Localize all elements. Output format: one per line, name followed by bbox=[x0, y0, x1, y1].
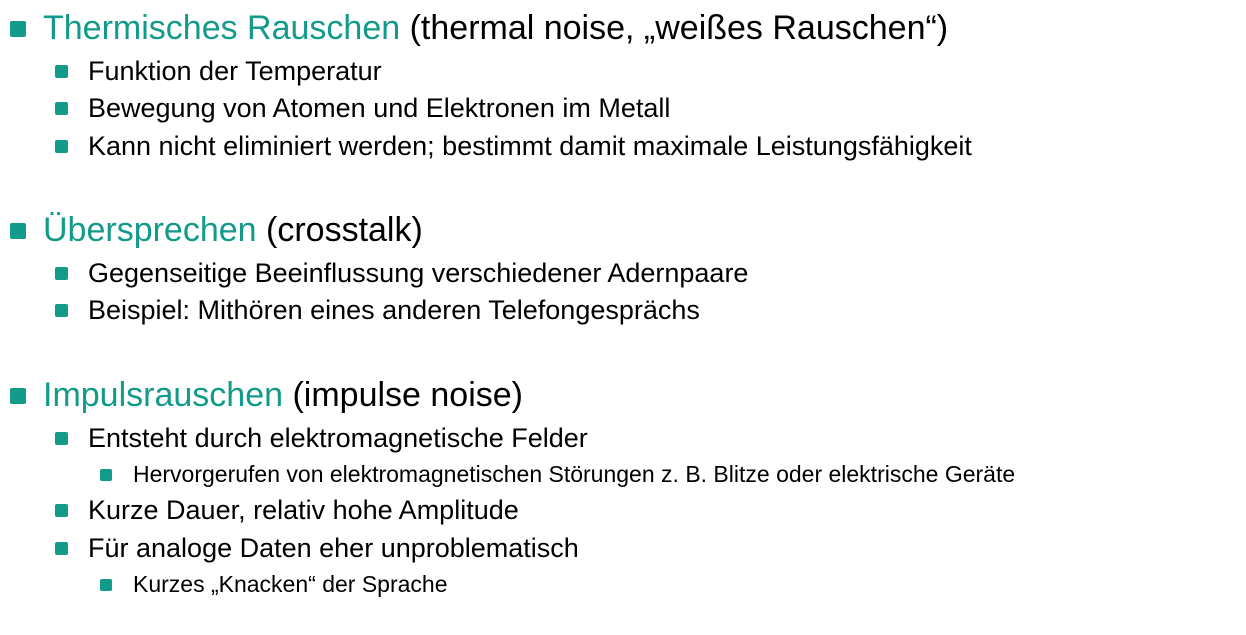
square-bullet-icon bbox=[100, 579, 112, 591]
sub-list-item-text: Kurzes „Knacken“ der Sprache bbox=[133, 571, 448, 597]
square-bullet-icon bbox=[55, 504, 68, 517]
list-item-text: Kurze Dauer, relativ hohe Amplitude bbox=[88, 495, 519, 525]
slide: Thermisches Rauschen (thermal noise, „we… bbox=[0, 0, 1246, 635]
square-bullet-icon bbox=[55, 65, 68, 78]
section-title: Übersprechen bbox=[43, 211, 257, 249]
square-bullet-icon bbox=[55, 140, 68, 153]
list-item: Kann nicht eliminiert werden; bestimmt d… bbox=[55, 129, 972, 163]
list-item-text: Kann nicht eliminiert werden; bestimmt d… bbox=[88, 131, 972, 161]
section-subtitle: (crosstalk) bbox=[256, 211, 423, 249]
list-item: Funktion der Temperatur bbox=[55, 54, 382, 88]
sub-list-item-text: Hervorgerufen von elektromagnetischen St… bbox=[133, 461, 1016, 487]
sub-list-item: Hervorgerufen von elektromagnetischen St… bbox=[100, 460, 1016, 488]
list-item-text: Für analoge Daten eher unproblematisch bbox=[88, 533, 579, 563]
square-bullet-icon bbox=[10, 388, 26, 404]
square-bullet-icon bbox=[100, 469, 112, 481]
section-heading-thermal-noise: Thermisches Rauschen (thermal noise, „we… bbox=[10, 8, 949, 48]
square-bullet-icon bbox=[55, 432, 68, 445]
list-item-text: Funktion der Temperatur bbox=[88, 56, 382, 86]
square-bullet-icon bbox=[55, 542, 68, 555]
square-bullet-icon bbox=[10, 223, 26, 239]
list-item: Entsteht durch elektromagnetische Felder bbox=[55, 421, 588, 455]
list-item: Gegenseitige Beeinflussung verschiedener… bbox=[55, 256, 749, 290]
section-subtitle: (thermal noise, „weißes Rauschen“) bbox=[400, 9, 949, 47]
list-item: Für analoge Daten eher unproblematisch bbox=[55, 531, 579, 565]
square-bullet-icon bbox=[55, 102, 68, 115]
square-bullet-icon bbox=[55, 267, 68, 280]
list-item-text: Bewegung von Atomen und Elektronen im Me… bbox=[88, 93, 671, 123]
section-title: Impulsrauschen bbox=[43, 376, 284, 414]
list-item-text: Gegenseitige Beeinflussung verschiedener… bbox=[88, 258, 749, 288]
section-subtitle: (impulse noise) bbox=[283, 376, 523, 414]
square-bullet-icon bbox=[55, 304, 68, 317]
section-heading-crosstalk: Übersprechen (crosstalk) bbox=[10, 210, 423, 250]
section-title: Thermisches Rauschen bbox=[43, 9, 401, 47]
list-item-text: Entsteht durch elektromagnetische Felder bbox=[88, 423, 588, 453]
square-bullet-icon bbox=[10, 21, 26, 37]
sub-list-item: Kurzes „Knacken“ der Sprache bbox=[100, 570, 448, 598]
list-item: Bewegung von Atomen und Elektronen im Me… bbox=[55, 91, 671, 125]
list-item: Beispiel: Mithören eines anderen Telefon… bbox=[55, 293, 700, 327]
section-heading-impulse-noise: Impulsrauschen (impulse noise) bbox=[10, 375, 523, 415]
list-item-text: Beispiel: Mithören eines anderen Telefon… bbox=[88, 295, 700, 325]
list-item: Kurze Dauer, relativ hohe Amplitude bbox=[55, 493, 519, 527]
